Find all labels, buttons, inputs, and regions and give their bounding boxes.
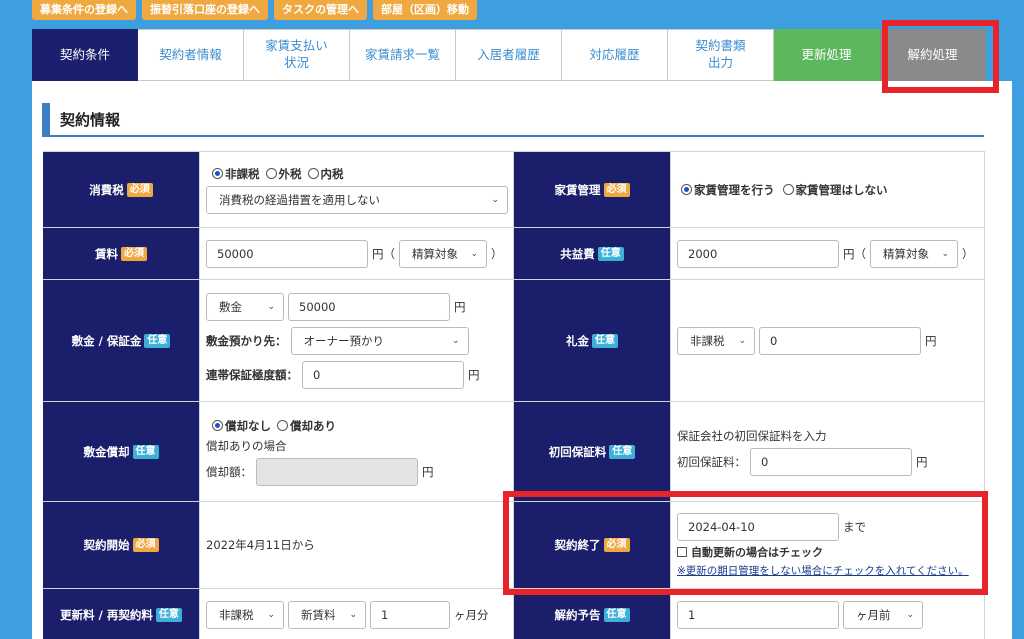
tab-rent-invoice-list[interactable]: 家賃請求一覧: [350, 29, 456, 81]
radio-tax-inclusive[interactable]: 内税: [307, 166, 344, 182]
value-rent: 50000 円（ 精算対象 ⌄ ）: [200, 228, 514, 279]
optional-badge: 任意: [155, 607, 182, 622]
tab-rent-payment-status[interactable]: 家賃支払い 状況: [244, 29, 350, 81]
tab-response-history[interactable]: 対応履歴: [562, 29, 668, 81]
radio-rent-mgmt-yes[interactable]: 家賃管理を行う: [681, 182, 775, 198]
label-common-fee: 共益費 任意: [514, 228, 671, 279]
tax-transition-select[interactable]: 消費税の経過措置を適用しない ⌄: [206, 185, 508, 214]
optional-badge: 任意: [144, 333, 171, 348]
rent-input[interactable]: 50000: [206, 239, 368, 268]
contract-start-text: 2022年4月11日から: [206, 538, 315, 552]
chevron-down-icon: ⌄: [451, 335, 460, 346]
required-badge: 必須: [603, 182, 630, 197]
highlight-contract-end: [503, 491, 988, 595]
row-renewal: 更新料 / 再契約料 任意 非課税 ⌄ 新賃料 ⌄ 1 ヶ月分 解約予告 任意 1 …: [43, 588, 985, 639]
renewal-months-input[interactable]: 1: [370, 600, 450, 629]
label-deposit: 敷金 / 保証金 任意: [43, 280, 200, 401]
rent-settlement-select[interactable]: 精算対象 ⌄: [399, 239, 487, 268]
optional-badge: 任意: [597, 246, 624, 261]
section-title: 契約情報: [42, 103, 984, 137]
guarantee-limit-input[interactable]: 0: [302, 360, 464, 389]
chevron-down-icon: ⌄: [470, 248, 478, 259]
tab-bar: 契約条件 契約者情報 家賃支払い 状況 家賃請求一覧 入居者履歴 対応履歴 契約…: [32, 29, 986, 82]
label-cancel-notice: 解約予告 任意: [514, 589, 671, 639]
value-key-money: 非課税 ⌄ 0 円: [671, 280, 985, 401]
chevron-down-icon: ⌄: [906, 609, 914, 620]
common-fee-input[interactable]: 2000: [677, 239, 839, 268]
room-move-button[interactable]: 部屋（区画）移動: [373, 0, 477, 20]
transfer-account-button[interactable]: 振替引落口座の登録へ: [142, 0, 268, 20]
label-initial-guarantee: 初回保証料 任意: [514, 402, 671, 501]
optional-badge: 任意: [132, 444, 159, 459]
radio-amort-none[interactable]: 償却なし: [212, 418, 271, 434]
value-deposit: 敷金 ⌄ 50000 円 敷金預かり先： オーナー預かり ⌄ 連帯保証極度額： 0 …: [200, 280, 514, 401]
radio-tax-exclusive[interactable]: 外税: [265, 166, 302, 182]
tab-tenant-history[interactable]: 入居者履歴: [456, 29, 562, 81]
tab-contract-conditions[interactable]: 契約条件: [32, 29, 138, 82]
label-rent-mgmt: 家賃管理 必須: [514, 152, 671, 227]
optional-badge: 任意: [603, 607, 630, 622]
value-tax: 非課税 外税 内税 消費税の経過措置を適用しない ⌄: [200, 152, 514, 227]
renewal-base-select[interactable]: 新賃料 ⌄: [288, 600, 366, 629]
label-amortization: 敷金償却 任意: [43, 402, 200, 501]
optional-badge: 任意: [609, 444, 636, 459]
row-amortization: 敷金償却 任意 償却なし 償却あり 償却ありの場合 償却額： 円 初回保証料 任…: [43, 401, 985, 501]
value-common-fee: 2000 円（ 精算対象 ⌄ ）: [671, 228, 985, 279]
chevron-down-icon: ⌄: [738, 335, 746, 346]
chevron-down-icon: ⌄: [349, 609, 357, 620]
label-key-money: 礼金 任意: [514, 280, 671, 401]
chevron-down-icon: ⌄: [491, 194, 499, 205]
label-renewal-fee: 更新料 / 再契約料 任意: [43, 589, 200, 639]
row-tax: 消費税 必須 非課税 外税 内税 消費税の経過措置を適用しない ⌄ 家賃管理 必須…: [43, 151, 985, 227]
chevron-down-icon: ⌄: [941, 248, 949, 259]
value-contract-start: 2022年4月11日から: [200, 502, 514, 588]
tab-contractor-info[interactable]: 契約者情報: [138, 29, 244, 81]
key-money-input[interactable]: 0: [759, 326, 921, 355]
radio-tax-exempt[interactable]: 非課税: [212, 166, 260, 182]
chevron-down-icon: ⌄: [267, 609, 275, 620]
label-tax: 消費税 必須: [43, 152, 200, 227]
value-rent-mgmt: 家賃管理を行う 家賃管理はしない: [671, 152, 985, 227]
value-initial-guarantee: 保証会社の初回保証料を入力 初回保証料： 0 円: [671, 402, 985, 501]
value-renewal-fee: 非課税 ⌄ 新賃料 ⌄ 1 ヶ月分: [200, 589, 514, 639]
deposit-input[interactable]: 50000: [288, 292, 450, 321]
optional-badge: 任意: [592, 333, 618, 348]
highlight-cancellation-tab: [882, 20, 999, 93]
row-rent: 賃料 必須 50000 円（ 精算対象 ⌄ ） 共益費 任意 2000 円（ 精…: [43, 227, 985, 279]
recruit-conditions-button[interactable]: 募集条件の登録へ: [32, 0, 136, 20]
row-deposit: 敷金 / 保証金 任意 敷金 ⌄ 50000 円 敷金預かり先： オーナー預かり ⌄…: [43, 279, 985, 401]
top-action-bar: 募集条件の登録へ 振替引落口座の登録へ タスクの管理へ 部屋（区画）移動: [32, 0, 477, 22]
renewal-tax-select[interactable]: 非課税 ⌄: [206, 600, 284, 629]
deposit-holder-select[interactable]: オーナー預かり ⌄: [290, 326, 469, 355]
required-badge: 必須: [121, 246, 147, 261]
value-cancel-notice: 1 ヶ月前 ⌄: [671, 589, 985, 639]
label-contract-start: 契約開始 必須: [43, 502, 200, 588]
common-fee-settlement-select[interactable]: 精算対象 ⌄: [870, 239, 958, 268]
deposit-type-select[interactable]: 敷金 ⌄: [206, 292, 284, 321]
key-money-tax-select[interactable]: 非課税 ⌄: [677, 326, 755, 355]
initial-guarantee-input[interactable]: 0: [750, 447, 912, 476]
label-rent: 賃料 必須: [43, 228, 200, 279]
radio-amort-yes[interactable]: 償却あり: [277, 418, 336, 434]
cancel-notice-input[interactable]: 1: [677, 600, 839, 629]
required-badge: 必須: [132, 538, 159, 552]
tab-renewal[interactable]: 更新処理: [774, 29, 880, 81]
chevron-down-icon: ⌄: [267, 301, 275, 312]
value-amortization: 償却なし 償却あり 償却ありの場合 償却額： 円: [200, 402, 514, 501]
tab-contract-docs-output[interactable]: 契約書類 出力: [668, 29, 774, 81]
task-management-button[interactable]: タスクの管理へ: [274, 0, 367, 20]
radio-rent-mgmt-no[interactable]: 家賃管理はしない: [782, 182, 888, 198]
amort-amount-input[interactable]: [256, 457, 418, 486]
cancel-notice-unit-select[interactable]: ヶ月前 ⌄: [843, 600, 923, 629]
required-badge: 必須: [126, 182, 153, 197]
